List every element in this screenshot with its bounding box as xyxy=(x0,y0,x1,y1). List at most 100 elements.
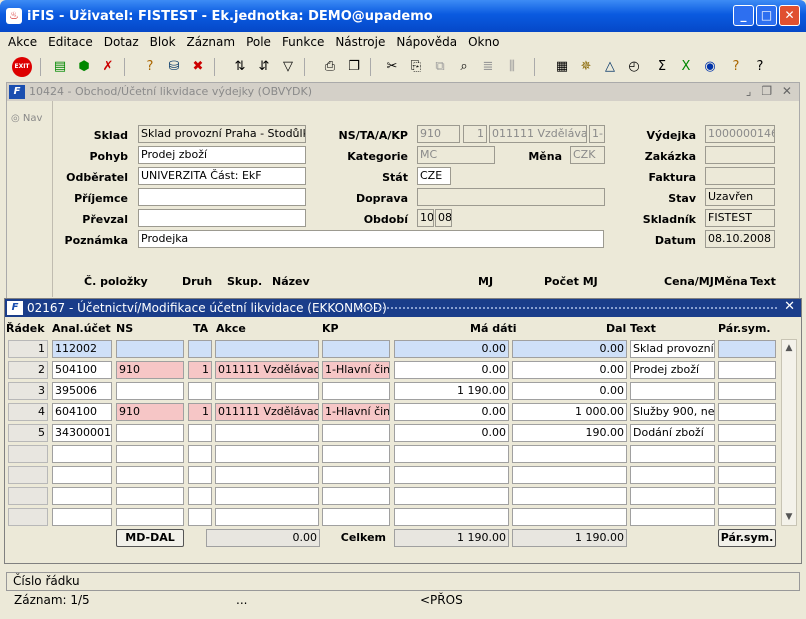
empty-row-cell[interactable] xyxy=(116,487,184,505)
minimize-button[interactable]: _ xyxy=(733,5,754,26)
empty-row-cell[interactable] xyxy=(52,466,112,484)
row-4-dal[interactable]: 1 000.00 xyxy=(512,403,627,421)
nav-panel[interactable]: ◎ Nav xyxy=(7,101,53,297)
cancel-query-icon[interactable]: ✖ xyxy=(188,57,208,77)
empty-row-cell[interactable] xyxy=(116,508,184,526)
row-3-text[interactable] xyxy=(630,382,715,400)
menu-blok[interactable]: Blok xyxy=(142,32,179,49)
menu-dotaz[interactable]: Dotaz xyxy=(96,32,142,49)
row-2-ta[interactable]: 1 xyxy=(188,361,212,379)
empty-row-cell[interactable] xyxy=(52,445,112,463)
field-stat[interactable]: CZE xyxy=(417,167,451,185)
field-pohyb[interactable]: Prodej zboží xyxy=(138,146,306,164)
find-icon[interactable]: ⌕ xyxy=(454,57,474,77)
row-2-kp[interactable]: 1-Hlavní činno xyxy=(322,361,390,379)
empty-row-cell[interactable] xyxy=(188,508,212,526)
empty-row-cell[interactable] xyxy=(512,466,627,484)
cut-icon[interactable]: ✂ xyxy=(382,57,402,77)
row-4-madati[interactable]: 0.00 xyxy=(394,403,509,421)
field-vydejka[interactable]: 1000000146 xyxy=(705,125,775,143)
field-skladnik[interactable]: FISTEST xyxy=(705,209,775,227)
empty-row-cell[interactable] xyxy=(322,445,390,463)
row-4-ns[interactable]: 910 xyxy=(116,403,184,421)
field-kategorie[interactable]: MC xyxy=(417,146,495,164)
empty-row-cell[interactable] xyxy=(116,466,184,484)
row-3-dal[interactable]: 0.00 xyxy=(512,382,627,400)
menu-okno[interactable]: Okno xyxy=(460,32,502,49)
empty-row-cell[interactable] xyxy=(718,487,776,505)
row-1-akce[interactable] xyxy=(215,340,319,358)
context-help-icon[interactable]: ? xyxy=(750,57,770,77)
chart-icon[interactable]: △ xyxy=(600,57,620,77)
field-obdobi-rok[interactable]: 08 xyxy=(435,209,452,227)
empty-row-cell[interactable] xyxy=(52,487,112,505)
empty-row-cell[interactable] xyxy=(512,445,627,463)
row-5-radek[interactable]: 5 xyxy=(8,424,48,442)
clock-icon[interactable]: ◴ xyxy=(624,57,644,77)
exit-icon[interactable]: EXIT xyxy=(12,57,32,77)
menu-napoveda[interactable]: Nápověda xyxy=(388,32,460,49)
field-prijemce[interactable] xyxy=(138,188,306,206)
row-1-ns[interactable] xyxy=(116,340,184,358)
row-2-parsym[interactable] xyxy=(718,361,776,379)
empty-row-cell[interactable] xyxy=(394,445,509,463)
empty-row-cell[interactable] xyxy=(8,466,48,484)
row-2-text[interactable]: Prodej zboží xyxy=(630,361,715,379)
row-1-ucet[interactable]: 112002 xyxy=(52,340,112,358)
scroll-down-icon[interactable]: ▼ xyxy=(782,510,796,524)
empty-row-cell[interactable] xyxy=(8,508,48,526)
menu-pole[interactable]: Pole xyxy=(238,32,274,49)
field-akce[interactable]: 011111 Vzdělávací xyxy=(489,125,587,143)
parsym-button[interactable]: Pár.sym. xyxy=(718,529,776,547)
row-5-kp[interactable] xyxy=(322,424,390,442)
grid-scrollbar[interactable]: ▲ ▼ xyxy=(781,339,797,526)
print-icon[interactable]: ⎙ xyxy=(320,57,340,77)
row-1-kp[interactable] xyxy=(322,340,390,358)
empty-row-cell[interactable] xyxy=(188,466,212,484)
row-5-akce[interactable] xyxy=(215,424,319,442)
row-1-dal[interactable]: 0.00 xyxy=(512,340,627,358)
empty-row-cell[interactable] xyxy=(394,466,509,484)
row-5-text[interactable]: Dodání zboží xyxy=(630,424,715,442)
row-1-ta[interactable] xyxy=(188,340,212,358)
empty-row-cell[interactable] xyxy=(394,508,509,526)
menu-editace[interactable]: Editace xyxy=(40,32,96,49)
field-kp[interactable]: 1-H xyxy=(589,125,605,143)
row-4-radek[interactable]: 4 xyxy=(8,403,48,421)
nav-label[interactable]: ◎ Nav xyxy=(11,113,42,124)
md-dal-button[interactable]: MD-DAL xyxy=(116,529,184,547)
delete-record-icon[interactable]: ✗ xyxy=(98,57,118,77)
web-icon[interactable]: ◉ xyxy=(700,57,720,77)
row-2-radek[interactable]: 2 xyxy=(8,361,48,379)
row-2-ns[interactable]: 910 xyxy=(116,361,184,379)
empty-row-cell[interactable] xyxy=(322,508,390,526)
row-5-ns[interactable] xyxy=(116,424,184,442)
empty-row-cell[interactable] xyxy=(630,466,715,484)
field-ns[interactable]: 910 xyxy=(417,125,460,143)
field-ta[interactable]: 1 xyxy=(463,125,487,143)
query-icon[interactable]: ? xyxy=(140,57,160,77)
row-4-ta[interactable]: 1 xyxy=(188,403,212,421)
row-4-ucet[interactable]: 604100 xyxy=(52,403,112,421)
empty-row-cell[interactable] xyxy=(188,445,212,463)
empty-row-cell[interactable] xyxy=(512,487,627,505)
empty-row-cell[interactable] xyxy=(718,508,776,526)
execute-query-icon[interactable]: ⛁ xyxy=(164,57,184,77)
sort-ascending-icon[interactable]: ⇅ xyxy=(230,57,250,77)
close-button[interactable]: ✕ xyxy=(779,5,800,26)
filter-icon[interactable]: ▽ xyxy=(278,57,298,77)
row-3-radek[interactable]: 3 xyxy=(8,382,48,400)
field-prevzal[interactable] xyxy=(138,209,306,227)
empty-row-cell[interactable] xyxy=(52,508,112,526)
prev-block-icon[interactable]: ≣ xyxy=(478,57,498,77)
row-2-akce[interactable]: 011111 Vzdělávací č xyxy=(215,361,319,379)
empty-row-cell[interactable] xyxy=(215,466,319,484)
row-3-madati[interactable]: 1 190.00 xyxy=(394,382,509,400)
field-mena[interactable]: CZK xyxy=(570,146,605,164)
empty-row-cell[interactable] xyxy=(718,466,776,484)
save-icon[interactable]: ⬢ xyxy=(74,57,94,77)
sum-icon[interactable]: Σ xyxy=(652,57,672,77)
row-2-ucet[interactable]: 504100 xyxy=(52,361,112,379)
scroll-up-icon[interactable]: ▲ xyxy=(782,341,796,355)
empty-row-cell[interactable] xyxy=(718,445,776,463)
